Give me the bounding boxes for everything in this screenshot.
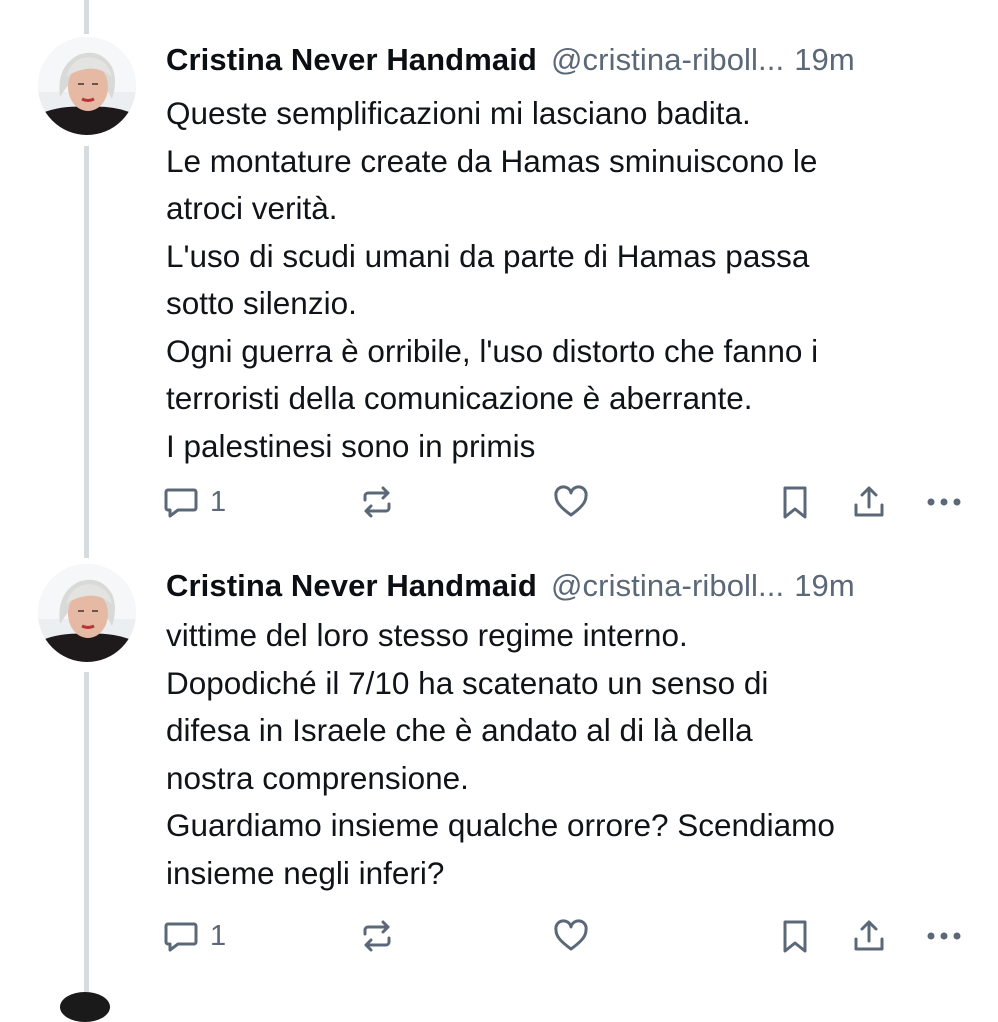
more-icon bbox=[924, 483, 964, 521]
text-line: insieme negli inferi? bbox=[166, 854, 445, 891]
post-actions: 1 bbox=[160, 480, 972, 524]
text-line: Guardiamo insieme qualche orrore? Scendi… bbox=[166, 807, 835, 843]
reply-icon bbox=[162, 483, 200, 521]
post-time[interactable]: 19m bbox=[794, 42, 855, 78]
like-icon bbox=[552, 917, 590, 955]
like-button[interactable] bbox=[552, 480, 590, 524]
share-icon bbox=[850, 917, 888, 955]
avatar[interactable] bbox=[38, 37, 136, 135]
bookmark-icon bbox=[776, 917, 814, 955]
text-line: nostra comprensione. bbox=[166, 759, 469, 796]
post[interactable]: Cristina Never Handmaid @cristina-riboll… bbox=[0, 540, 998, 1000]
post[interactable]: Cristina Never Handmaid @cristina-riboll… bbox=[0, 0, 998, 540]
repost-button[interactable] bbox=[358, 914, 396, 958]
post-actions: 1 bbox=[160, 914, 972, 958]
reply-button[interactable]: 1 bbox=[162, 480, 226, 524]
post-time[interactable]: 19m bbox=[794, 568, 855, 604]
repost-icon bbox=[358, 917, 396, 955]
avatar[interactable] bbox=[38, 564, 136, 662]
more-options-button[interactable] bbox=[924, 480, 964, 524]
text-line: Dopodiché il 7/10 ha scatenato un senso … bbox=[166, 664, 769, 701]
text-line: I palestinesi sono in primis bbox=[166, 427, 536, 464]
reply-count: 1 bbox=[210, 485, 227, 518]
author-name[interactable]: Cristina Never Handmaid bbox=[166, 42, 537, 78]
text-line: Queste semplificazioni mi lasciano badit… bbox=[166, 95, 751, 131]
text-line: difesa in Israele che è andato al di là … bbox=[166, 712, 753, 748]
like-button[interactable] bbox=[552, 914, 590, 958]
next-post-avatar[interactable] bbox=[60, 992, 110, 1022]
text-line: vittime del loro stesso regime interno. bbox=[166, 617, 688, 653]
bookmark-button[interactable] bbox=[776, 914, 814, 958]
author-handle[interactable]: @cristina-riboll... bbox=[551, 568, 784, 604]
post-text: vittime del loro stesso regime interno. … bbox=[166, 612, 966, 897]
reply-button[interactable]: 1 bbox=[162, 914, 226, 958]
like-icon bbox=[552, 483, 590, 521]
share-button[interactable] bbox=[850, 914, 888, 958]
more-icon bbox=[924, 917, 964, 955]
text-line: L'uso di scudi umani da parte di Hamas p… bbox=[166, 237, 810, 274]
post-header: Cristina Never Handmaid @cristina-riboll… bbox=[166, 564, 978, 608]
text-line: Le montature create da Hamas sminuiscono… bbox=[166, 142, 818, 179]
more-options-button[interactable] bbox=[924, 914, 964, 958]
repost-button[interactable] bbox=[358, 480, 396, 524]
repost-icon bbox=[358, 483, 396, 521]
text-line: atroci verità. bbox=[166, 190, 338, 226]
reply-count: 1 bbox=[210, 919, 227, 952]
bookmark-icon bbox=[776, 483, 814, 521]
reply-icon bbox=[162, 917, 200, 955]
bookmark-button[interactable] bbox=[776, 480, 814, 524]
text-line: sotto silenzio. bbox=[166, 285, 357, 321]
post-header: Cristina Never Handmaid @cristina-riboll… bbox=[166, 38, 978, 82]
author-handle[interactable]: @cristina-riboll... bbox=[551, 42, 784, 78]
author-name[interactable]: Cristina Never Handmaid bbox=[166, 568, 537, 604]
post-text: Queste semplificazioni mi lasciano badit… bbox=[166, 90, 966, 470]
text-line: terroristi della comunicazione è aberran… bbox=[166, 380, 753, 416]
text-line: Ogni guerra è orribile, l'uso distorto c… bbox=[166, 332, 819, 369]
share-button[interactable] bbox=[850, 480, 888, 524]
share-icon bbox=[850, 483, 888, 521]
